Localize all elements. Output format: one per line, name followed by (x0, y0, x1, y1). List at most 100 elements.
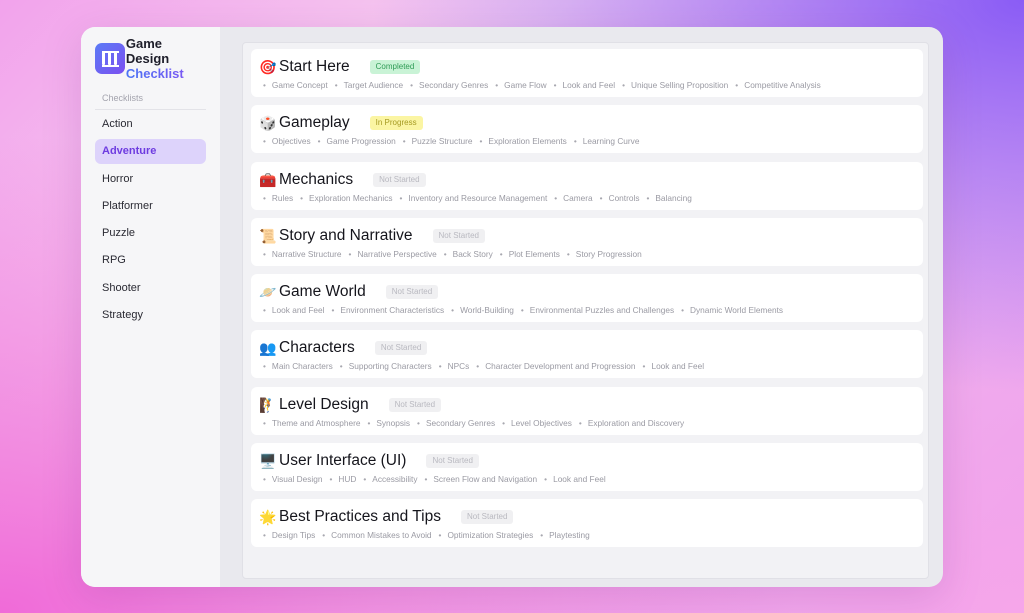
section-header: 🌟 Best Practices and Tips Not Started (259, 506, 923, 528)
topic-item[interactable]: Back Story (444, 249, 493, 261)
sidebar: Game Design Checklist Checklists Action A… (81, 27, 220, 587)
topic-item[interactable]: Plot Elements (500, 249, 560, 261)
topic-item[interactable]: Exploration and Discovery (579, 418, 684, 430)
topic-item[interactable]: Look and Feel (554, 80, 615, 92)
sidebar-item-rpg[interactable]: RPG (95, 248, 206, 273)
monitor-icon: 🖥️ (259, 453, 277, 470)
topic-item[interactable]: Game Concept (263, 80, 328, 92)
topic-item[interactable]: Secondary Genres (410, 80, 488, 92)
planet-icon: 🪐 (259, 284, 277, 301)
pillars-logo-icon (95, 42, 125, 74)
topic-item[interactable]: Environmental Puzzles and Challenges (521, 305, 674, 317)
topic-item[interactable]: Dynamic World Elements (681, 305, 783, 317)
section-card[interactable]: 🪐Game World Not Started Look and Feel Envir… (251, 274, 923, 323)
topic-item[interactable]: Game Progression (318, 136, 396, 148)
section-header: 🖥️ User Interface (UI) Not Started (259, 450, 923, 472)
sidebar-item-horror[interactable]: Horror (95, 167, 206, 192)
topic-list: Narrative Structure Narrative Perspective… (263, 249, 923, 261)
topic-item[interactable]: Environment Characteristics (332, 305, 444, 317)
topic-item[interactable]: Optimization Strategies (439, 530, 533, 542)
climber-icon: 🧗 (259, 396, 277, 413)
app-window: Game Design Checklist Checklists Action A… (81, 27, 943, 587)
brand-title: Game Design Checklist (126, 36, 206, 81)
topic-item[interactable]: Design Tips (263, 530, 315, 542)
section-header: 🧰 Mechanics Not Started (259, 169, 923, 191)
section-title[interactable]: Level Design (279, 396, 369, 414)
topic-item[interactable]: Level Objectives (502, 418, 572, 430)
status-badge: Not Started (374, 341, 428, 356)
section-card[interactable]: 📜Story and Narrative Not Started Narrative… (251, 217, 923, 266)
section-title[interactable]: Characters (279, 339, 355, 357)
topic-item[interactable]: Accessibility (363, 474, 417, 486)
section-card[interactable]: 🎲Gameplay In Progress Objectives Game Progr… (251, 105, 923, 154)
topic-item[interactable]: Main Characters (263, 361, 333, 373)
topic-item[interactable]: Narrative Perspective (349, 249, 436, 261)
checklists-section-label: Checklists (102, 93, 144, 103)
star-icon: 🌟 (259, 509, 277, 526)
topic-item[interactable]: Camera (554, 193, 593, 205)
sidebar-item-action[interactable]: Action (95, 112, 206, 137)
topic-item[interactable]: NPCs (439, 361, 470, 373)
topic-item[interactable]: HUD (330, 474, 356, 486)
topic-item[interactable]: Inventory and Resource Management (400, 193, 547, 205)
section-title[interactable]: Mechanics (279, 171, 353, 189)
topic-item[interactable]: Secondary Genres (417, 418, 495, 430)
topic-item[interactable]: Screen Flow and Navigation (424, 474, 537, 486)
topic-item[interactable]: Target Audience (335, 80, 404, 92)
topic-item[interactable]: Narrative Structure (263, 249, 342, 261)
people-icon: 👥 (259, 340, 277, 357)
topic-item[interactable]: Controls (600, 193, 640, 205)
section-title[interactable]: Start Here (279, 58, 350, 76)
section-card[interactable]: 👥Characters Not Started Main Characters Sup… (251, 330, 923, 379)
sidebar-item-strategy[interactable]: Strategy (95, 303, 206, 328)
topic-item[interactable]: Learning Curve (574, 136, 640, 148)
section-title[interactable]: Story and Narrative (279, 227, 413, 245)
topic-item[interactable]: Theme and Atmosphere (263, 418, 361, 430)
brand-title-line2: Checklist (126, 66, 206, 81)
sidebar-item-platformer[interactable]: Platformer (95, 194, 206, 219)
topic-list: Theme and Atmosphere Synopsis Secondary Ge… (263, 418, 923, 430)
topic-item[interactable]: Synopsis (367, 418, 410, 430)
sidebar-item-puzzle[interactable]: Puzzle (95, 221, 206, 246)
brand[interactable]: Game Design Checklist (95, 36, 206, 81)
topic-item[interactable]: Unique Selling Proposition (622, 80, 728, 92)
topic-item[interactable]: Character Development and Progression (476, 361, 635, 373)
section-title[interactable]: Gameplay (279, 114, 350, 132)
topic-item[interactable]: Playtesting (540, 530, 590, 542)
section-card[interactable]: 🌟Best Practices and Tips Not Started Desig… (251, 499, 923, 548)
section-header: 🎲 Gameplay In Progress (259, 112, 923, 134)
topic-item[interactable]: Objectives (263, 136, 311, 148)
section-header: 🎯 Start Here Completed (259, 56, 923, 78)
topic-list: Design Tips Common Mistakes to Avoid Optim… (263, 530, 923, 542)
section-title[interactable]: User Interface (UI) (279, 452, 406, 470)
topic-item[interactable]: Rules (263, 193, 293, 205)
section-card[interactable]: 🎯Start Here Completed Game Concept Target A… (251, 49, 923, 97)
section-card[interactable]: 🧗Level Design Not Started Theme and Atmosp… (251, 386, 923, 435)
topic-item[interactable]: Visual Design (263, 474, 323, 486)
sidebar-item-shooter[interactable]: Shooter (95, 276, 206, 301)
topic-item[interactable]: Balancing (646, 193, 691, 205)
topic-item[interactable]: Exploration Mechanics (300, 193, 392, 205)
sidebar-item-adventure[interactable]: Adventure (95, 139, 206, 165)
topic-item[interactable]: Look and Feel (263, 305, 325, 317)
section-card[interactable]: 🖥️User Interface (UI) Not Started Visual D… (251, 443, 923, 492)
topic-item[interactable]: Competitive Analysis (735, 80, 821, 92)
topic-list: Look and Feel Environment Characteristics… (263, 305, 923, 317)
topic-item[interactable]: Exploration Elements (480, 136, 566, 148)
sidebar-divider (95, 109, 206, 110)
topic-item[interactable]: Look and Feel (643, 361, 704, 373)
status-badge: Not Started (432, 228, 485, 243)
section-header: 👥 Characters Not Started (259, 337, 923, 359)
status-badge: Not Started (426, 454, 479, 469)
topic-item[interactable]: Look and Feel (544, 474, 606, 486)
topic-item[interactable]: Supporting Characters (340, 361, 432, 373)
section-card[interactable]: 🧰Mechanics Not Started Rules Exploration Me… (251, 161, 923, 210)
topic-item[interactable]: Common Mistakes to Avoid (322, 530, 431, 542)
section-title[interactable]: Best Practices and Tips (279, 508, 441, 526)
topic-item[interactable]: Puzzle Structure (403, 136, 473, 148)
section-title[interactable]: Game World (279, 283, 366, 301)
topic-item[interactable]: Story Progression (567, 249, 642, 261)
section-header: 🧗 Level Design Not Started (259, 394, 923, 416)
topic-item[interactable]: Game Flow (495, 80, 546, 92)
topic-item[interactable]: World-Building (451, 305, 514, 317)
